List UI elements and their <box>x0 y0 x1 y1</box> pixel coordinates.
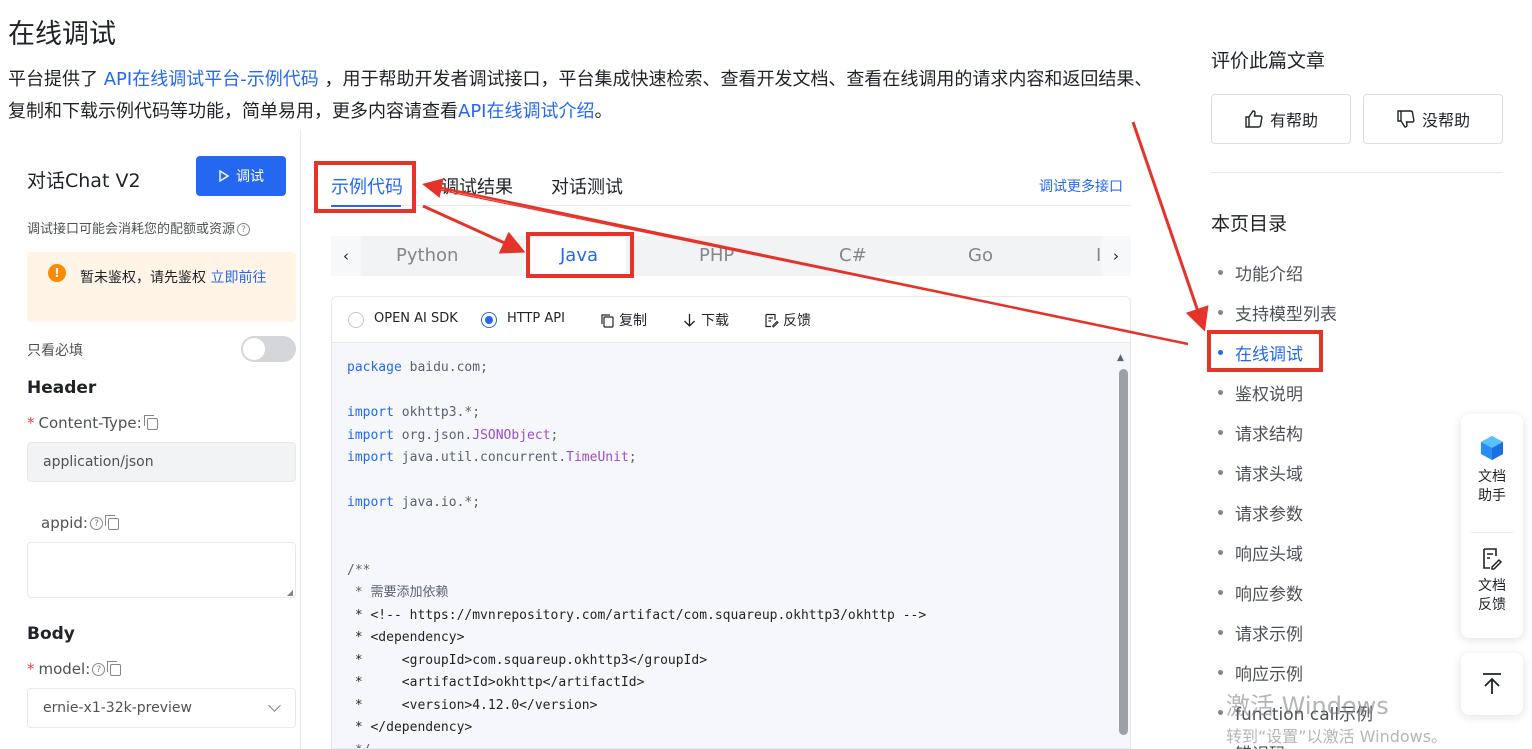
toc-item[interactable]: 请求参数 <box>1218 500 1303 525</box>
thumbs-up-icon <box>1245 110 1263 128</box>
sidebar-divider <box>1211 172 1502 173</box>
helpful-button[interactable]: 有帮助 <box>1211 94 1351 144</box>
toc-item-active[interactable]: 在线调试 <box>1218 340 1303 365</box>
toc-item[interactable]: 请求结构 <box>1218 420 1303 445</box>
arrow-thin-to-sample-code <box>439 189 1189 345</box>
assistant-cube-icon <box>1481 436 1503 460</box>
toc-item[interactable]: 功能介绍 <box>1218 260 1303 285</box>
toc-title: 本页目录 <box>1211 213 1288 235</box>
back-to-top-icon <box>1483 673 1501 694</box>
not-helpful-button[interactable]: 没帮助 <box>1363 94 1503 144</box>
float-divider <box>1471 532 1513 533</box>
toc-item[interactable]: 鉴权说明 <box>1218 380 1303 405</box>
toc-item[interactable]: 响应参数 <box>1218 580 1303 605</box>
windows-activation-watermark: 激活 Windows 转到“设置”以激活 Windows。 <box>1226 692 1448 746</box>
toc-item[interactable]: 请求头域 <box>1218 460 1303 485</box>
doc-tools-card: 文档助手 文档反馈 <box>1461 414 1523 638</box>
arrow-to-toc <box>1131 121 1209 332</box>
edit-doc-icon <box>1483 548 1503 570</box>
toc-item[interactable]: 支持模型列表 <box>1218 300 1337 325</box>
toc-item[interactable]: 响应头域 <box>1218 540 1303 565</box>
rate-article-title: 评价此篇文章 <box>1211 50 1326 72</box>
thumbs-down-icon <box>1397 110 1415 128</box>
toc-item[interactable]: 响应示例 <box>1218 660 1303 685</box>
doc-assistant-button[interactable]: 文档助手 <box>1461 434 1523 506</box>
doc-feedback-button[interactable]: 文档反馈 <box>1461 547 1523 615</box>
toc-item[interactable]: 请求示例 <box>1218 620 1303 645</box>
arrow-to-java <box>422 204 526 254</box>
back-to-top-button[interactable] <box>1461 653 1523 715</box>
